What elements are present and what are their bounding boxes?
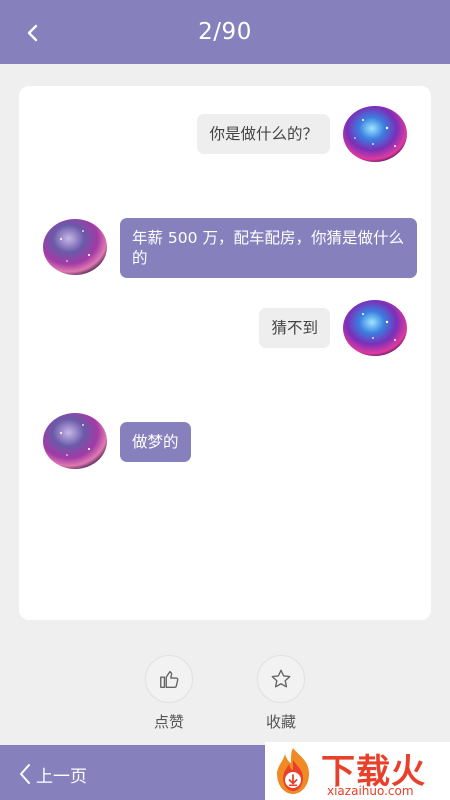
avatar — [343, 106, 407, 162]
chat-bubble-right: 你是做什么的？ — [197, 114, 330, 154]
watermark: 下载火 xiazaihuo.com — [265, 742, 450, 800]
chat-bubble-left: 年薪 500 万，配车配房，你猜是做什么的 — [120, 218, 417, 278]
like-button[interactable]: 点赞 — [139, 655, 199, 732]
avatar — [343, 300, 407, 356]
chat-bubble-left: 做梦的 — [120, 422, 191, 462]
avatar — [43, 219, 107, 275]
page-counter: 2/90 — [198, 19, 252, 45]
like-label: 点赞 — [153, 713, 184, 731]
flame-logo-icon — [277, 748, 309, 794]
action-bar: 点赞 收藏 — [0, 655, 450, 735]
avatar — [43, 413, 107, 469]
watermark-url: xiazaihuo.com — [327, 784, 414, 798]
favorite-button[interactable]: 收藏 — [251, 655, 311, 732]
chevron-left-icon — [20, 764, 30, 784]
previous-page-button[interactable]: 上一页 — [18, 762, 87, 787]
chat-bubble-right: 猜不到 — [259, 308, 330, 348]
star-icon — [271, 669, 291, 688]
thumbs-up-icon — [160, 670, 179, 688]
previous-page-label: 上一页 — [36, 766, 87, 787]
top-bar: 2/90 — [0, 0, 450, 64]
favorite-label: 收藏 — [265, 713, 296, 731]
joke-card: 你是做什么的？ 年薪 500 万，配车配房，你猜是做什么的 猜不到 做梦的 — [19, 86, 431, 620]
